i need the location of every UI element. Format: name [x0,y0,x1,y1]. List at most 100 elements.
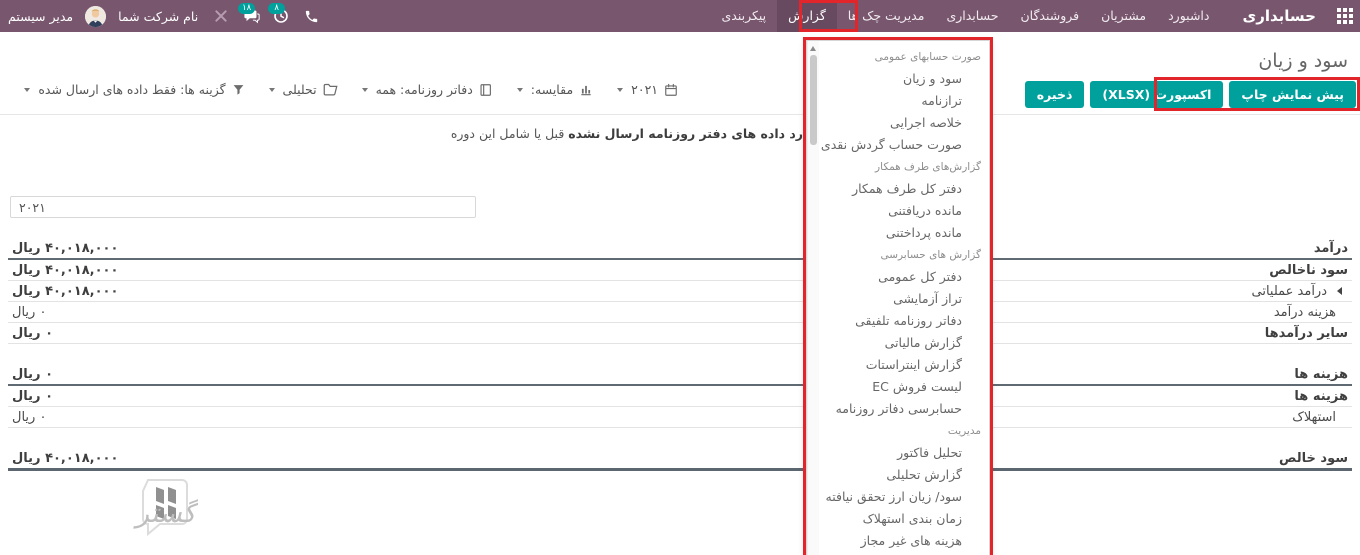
menu-scrollbar[interactable] [807,41,819,555]
page-title: سود و زیان [1258,50,1348,72]
analytic-filter-label: تحلیلی [283,82,317,97]
apps-grid-icon[interactable] [1330,0,1360,32]
menu-item-general-ledger[interactable]: دفتر کل عمومی [807,266,989,288]
options-filter-label: گزینه ها: فقط داده های ارسال شده [38,82,225,97]
date-filter[interactable]: ۲۰۲۱ [617,82,678,97]
messages-chat-icon[interactable]: ۱۸ [236,0,266,32]
chevron-down-icon [517,88,523,92]
row-value: ۰ ریال [8,367,53,382]
menu-item-consolidated-journals[interactable]: دفاتر روزنامه تلفیقی [807,310,989,332]
menu-item-payable-balance[interactable]: مانده پرداختنی [807,222,989,244]
row-value: ۰ ریال [8,389,53,404]
watermark-text: تسهیل گستر [133,497,198,529]
row-label: هزینه ها [1294,367,1352,382]
company-name[interactable]: نام شرکت شما [110,9,206,24]
menu-item-depreciation-schedule[interactable]: زمان بندی استهلاک [807,508,989,530]
activities-badge: ۸ [268,3,285,14]
row-value: ۰ ریال [8,326,53,341]
control-panel-divider [0,114,1360,115]
report-row-other-income: سایر درآمدها ۰ ریال [8,323,1352,344]
row-value: ۴۰,۰۱۸,۰۰۰ ریال [8,241,118,256]
report-row-depreciation: استهلاک ۰ ریال [8,407,1352,428]
menu-section-general-statements: صورت حسابهای عمومی [807,46,989,68]
menu-item-profit-and-loss[interactable]: سود و زیان [807,68,989,90]
menu-item-intrastat-report[interactable]: گزارش اینتراستات [807,354,989,376]
menu-item-disallowed-expenses[interactable]: هزینه های غیر مجاز [807,530,989,552]
date-filter-label: ۲۰۲۱ [631,82,658,97]
row-value: ۴۰,۰۱۸,۰۰۰ ریال [8,451,118,466]
nav-item-reports[interactable]: گزارش [777,0,837,32]
report-row-income: درآمد ۴۰,۰۱۸,۰۰۰ ریال [8,238,1352,260]
analytic-filter[interactable]: تحلیلی [269,82,338,97]
tools-icon[interactable] [206,0,236,32]
user-menu[interactable]: مدیر سیستم [0,9,81,24]
menu-item-analytic-report[interactable]: گزارش تحلیلی [807,464,989,486]
report-row-operating-income: درآمد عملیاتی ۴۰,۰۱۸,۰۰۰ ریال [8,281,1352,302]
menu-item-ec-sales-list[interactable]: لیست فروش EC [807,376,989,398]
nav-item-configuration[interactable]: پیکربندی [711,0,778,32]
year-input[interactable] [10,196,476,218]
row-value: ۴۰,۰۱۸,۰۰۰ ریال [8,263,118,278]
comparison-filter-label: مقایسه: [531,82,573,97]
menu-section-audit-reports: گزارش های حسابرسی [807,244,989,266]
options-description-rest: قبل یا شامل این دوره [451,126,568,141]
row-label: درآمد [1314,241,1352,256]
row-label: سایر درآمدها [1265,326,1352,341]
menu-item-executive-summary[interactable]: خلاصه اجرایی [807,112,989,134]
grid-icon [1337,8,1353,24]
export-xlsx-button[interactable]: اکسپورت (XLSX) [1090,81,1223,108]
filter-bar: ۲۰۲۱ مقایسه: دفاتر روزنامه: همه تحلیلی گ… [24,82,678,97]
company-watermark-logo: تسهیل گستر [28,470,198,554]
user-avatar[interactable] [85,6,106,27]
row-value: ۰ ریال [8,410,46,425]
menu-item-journals-audit[interactable]: حسابرسی دفاتر روزنامه [807,398,989,420]
nav-item-dashboard[interactable]: داشبورد [1157,0,1220,32]
row-label: سود ناخالص [1269,263,1352,278]
row-label: استهلاک [1292,410,1352,425]
save-button[interactable]: ذخیره [1025,81,1085,108]
chevron-down-icon [269,88,275,92]
journals-filter[interactable]: دفاتر روزنامه: همه [362,82,493,97]
comparison-filter[interactable]: مقایسه: [517,82,593,97]
top-navbar: حسابداری داشبورد مشتریان فروشندگان حسابد… [0,0,1360,32]
chevron-down-icon [362,88,368,92]
profit-loss-report: درآمد ۴۰,۰۱۸,۰۰۰ ریال سود ناخالص ۴۰,۰۱۸,… [8,238,1352,471]
nav-item-check-management[interactable]: مدیریت چک ها [837,0,936,32]
action-buttons: پیش نمایش چاپ اکسپورت (XLSX) ذخیره [1025,81,1356,108]
menu-section-partner-reports: گزارش‌های طرف همکار [807,156,989,178]
menu-section-management: مدیریت [807,420,989,442]
nav-item-vendors[interactable]: فروشندگان [1009,0,1090,32]
menu-item-balance-sheet[interactable]: ترازنامه [807,90,989,112]
filter-icon [232,83,245,96]
row-label: درآمد عملیاتی [1251,284,1327,299]
app-window: حسابداری داشبورد مشتریان فروشندگان حسابد… [0,0,1360,555]
options-filter[interactable]: گزینه ها: فقط داده های ارسال شده [24,82,244,97]
report-row-expenses-section: هزینه ها ۰ ریال [8,364,1352,386]
scroll-up-arrow-icon[interactable] [810,46,816,51]
menu-item-invoice-analysis[interactable]: تحلیل فاکتور [807,442,989,464]
report-row-cost-of-revenue: هزینه درآمد ۰ ریال [8,302,1352,323]
menu-item-partner-ledger[interactable]: دفتر کل طرف همکار [807,178,989,200]
nav-item-accounting[interactable]: حسابداری [935,0,1009,32]
systray: ۸ ۱۸ نام شرکت شما مدیر سیستم [0,0,326,32]
app-name[interactable]: حسابداری [1220,7,1330,25]
menu-item-trial-balance[interactable]: تراز آزمایشی [807,288,989,310]
activities-clock-icon[interactable]: ۸ [266,0,296,32]
menu-item-tax-report[interactable]: گزارش مالیاتی [807,332,989,354]
row-label: هزینه درآمد [1274,305,1352,320]
menu-item-cash-flow-statement[interactable]: صورت حساب گردش نقدی [807,134,989,156]
bar-chart-icon [579,83,593,97]
report-row-gross-profit: سود ناخالص ۴۰,۰۱۸,۰۰۰ ریال [8,260,1352,281]
messages-badge: ۱۸ [238,3,255,14]
calendar-icon [664,83,678,97]
menu-item-receivable-balance[interactable]: مانده دریافتنی [807,200,989,222]
unfold-caret-icon [1337,287,1342,295]
menu-item-unrealized-currency-gain-loss[interactable]: سود/ زیان ارز تحقق نیافته [807,486,989,508]
phone-icon[interactable] [296,0,326,32]
book-icon [479,83,493,97]
foldable-row-toggle[interactable]: درآمد عملیاتی [1251,284,1352,299]
chevron-down-icon [617,88,623,92]
nav-item-customers[interactable]: مشتریان [1090,0,1157,32]
print-preview-button[interactable]: پیش نمایش چاپ [1229,81,1356,108]
scrollbar-thumb[interactable] [810,55,817,145]
